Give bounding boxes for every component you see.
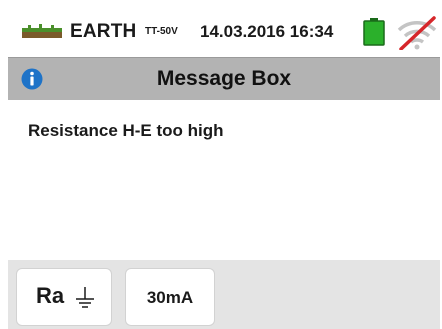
current-30ma-label: 30mA bbox=[146, 288, 194, 307]
ground-icon bbox=[76, 287, 94, 308]
page-title: Message Box bbox=[156, 67, 292, 90]
message-area: Resistance H-E too high bbox=[8, 100, 440, 260]
date-time: 14.03.2016 16:34 bbox=[200, 22, 334, 41]
softkey-bar: Ra 30mA bbox=[8, 260, 440, 329]
ra-softkey-label: Ra bbox=[36, 283, 65, 308]
wifi-off-icon bbox=[397, 16, 437, 50]
measurement-mode: EARTH bbox=[70, 21, 137, 42]
title-bar: Message Box bbox=[8, 57, 440, 101]
earth-measurement-icon bbox=[22, 24, 62, 38]
status-bar: EARTH TT-50V 14.03.2016 16:34 bbox=[8, 10, 440, 56]
battery-icon bbox=[363, 18, 385, 46]
current-30ma-softkey-button[interactable]: 30mA bbox=[125, 268, 215, 326]
message-text: Resistance H-E too high bbox=[28, 121, 224, 140]
ra-softkey-button[interactable]: Ra bbox=[16, 268, 112, 326]
instrument-screen: EARTH TT-50V 14.03.2016 16:34 Message Bo… bbox=[8, 10, 440, 329]
measurement-submode: TT-50V bbox=[145, 26, 178, 37]
